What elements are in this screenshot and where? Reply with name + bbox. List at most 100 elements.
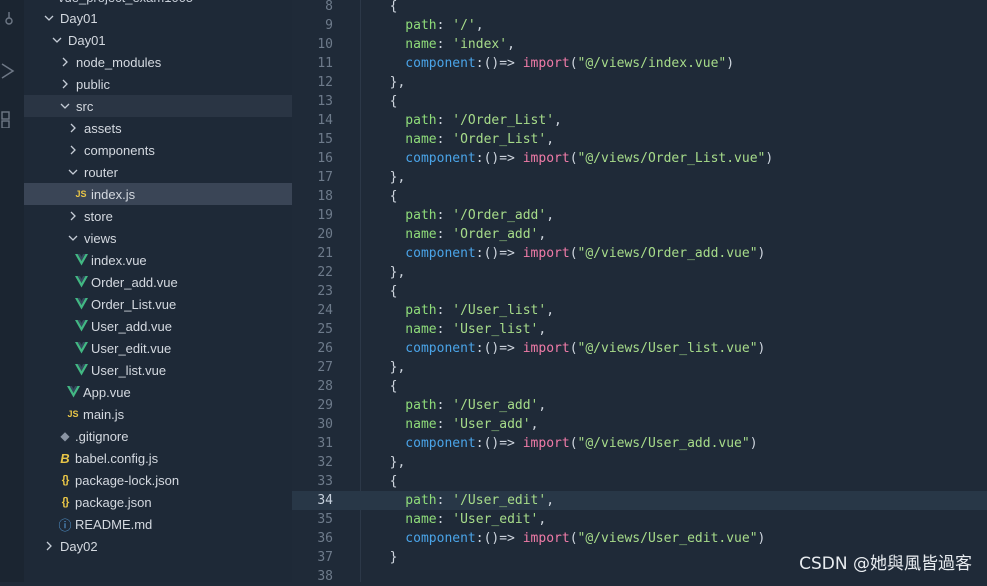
explorer-root-label[interactable]: vue_project_exam1005 bbox=[58, 0, 193, 7]
extensions-icon[interactable] bbox=[0, 110, 18, 128]
code-line[interactable]: 24 path: '/User_list', bbox=[292, 301, 987, 320]
tree-file-item[interactable]: Order_List.vue bbox=[24, 293, 292, 315]
line-number: 8 bbox=[325, 0, 333, 14]
code-line[interactable]: 33 { bbox=[292, 472, 987, 491]
tree-folder-item[interactable]: store bbox=[24, 205, 292, 227]
code-punctuation: : bbox=[475, 531, 484, 546]
tree-folder-item[interactable]: node_modules bbox=[24, 51, 292, 73]
tree-file-item[interactable]: JS main.js bbox=[24, 403, 292, 425]
code-line[interactable]: 32 }, bbox=[292, 453, 987, 472]
chevron-right-icon[interactable] bbox=[58, 77, 72, 91]
code-line[interactable]: 16 component:()=> import("@/views/Order_… bbox=[292, 149, 987, 168]
tree-folder-item[interactable]: public bbox=[24, 73, 292, 95]
tree-item-label: User_list.vue bbox=[91, 362, 167, 378]
tree-file-item[interactable]: index.vue bbox=[24, 249, 292, 271]
chevron-right-icon[interactable] bbox=[66, 121, 80, 135]
tree-file-item[interactable]: Order_add.vue bbox=[24, 271, 292, 293]
code-line[interactable]: 29 path: '/User_add', bbox=[292, 396, 987, 415]
tree-file-item[interactable]: Bbabel.config.js bbox=[24, 447, 292, 469]
code-keyword: component bbox=[374, 151, 476, 166]
code-line[interactable]: 11 component:()=> import("@/views/index.… bbox=[292, 54, 987, 73]
line-number: 23 bbox=[317, 284, 333, 299]
code-line[interactable]: 18 { bbox=[292, 187, 987, 206]
code-line[interactable]: 8 { bbox=[292, 0, 987, 16]
code-property: path bbox=[374, 113, 437, 128]
tree-file-item[interactable]: {} package-lock.json bbox=[24, 469, 292, 491]
tree-folder-item[interactable]: src bbox=[24, 95, 292, 117]
code-line[interactable]: 30 name: 'User_add', bbox=[292, 415, 987, 434]
tree-folder-item[interactable]: Day01 bbox=[24, 29, 292, 51]
tree-file-item[interactable]: {} package.json bbox=[24, 491, 292, 513]
code-line[interactable]: 28 { bbox=[292, 377, 987, 396]
tree-folder-item[interactable]: assets bbox=[24, 117, 292, 139]
chevron-down-icon[interactable] bbox=[50, 33, 64, 47]
code-string: 'User_add' bbox=[452, 417, 531, 432]
code-import-keyword: import bbox=[522, 436, 570, 451]
line-number: 27 bbox=[317, 360, 333, 375]
code-text: path: '/', bbox=[374, 16, 483, 35]
tree-file-item[interactable]: User_edit.vue bbox=[24, 337, 292, 359]
code-line[interactable]: 26 component:()=> import("@/views/User_l… bbox=[292, 339, 987, 358]
chevron-right-icon[interactable] bbox=[66, 143, 80, 157]
line-number: 14 bbox=[317, 113, 333, 128]
tree-folder-item[interactable]: components bbox=[24, 139, 292, 161]
tree-file-item[interactable]: App.vue bbox=[24, 381, 292, 403]
tree-file-item[interactable]: User_list.vue bbox=[24, 359, 292, 381]
chevron-down-icon[interactable] bbox=[66, 231, 80, 245]
tree-folder-item[interactable]: views bbox=[24, 227, 292, 249]
tree-file-item[interactable]: User_add.vue bbox=[24, 315, 292, 337]
watermark: CSDN @她與風皆過客 bbox=[799, 554, 972, 574]
code-keyword: component bbox=[374, 341, 476, 356]
code-line[interactable]: 10 name: 'index', bbox=[292, 35, 987, 54]
code-text: }, bbox=[374, 358, 406, 377]
code-line[interactable]: 19 path: '/Order_add', bbox=[292, 206, 987, 225]
tree-item-label: package-lock.json bbox=[75, 472, 180, 488]
code-string: "@/views/User_add.vue" bbox=[577, 436, 750, 451]
code-text: name: 'index', bbox=[374, 35, 515, 54]
code-line[interactable]: 13 { bbox=[292, 92, 987, 111]
tree-file-item[interactable]: JS index.js bbox=[24, 183, 292, 205]
code-line[interactable]: 20 name: 'Order_add', bbox=[292, 225, 987, 244]
tree-item-label: views bbox=[84, 230, 117, 246]
code-line[interactable]: 23 { bbox=[292, 282, 987, 301]
code-line[interactable]: 34 path: '/User_edit', bbox=[292, 491, 987, 510]
line-number: 18 bbox=[317, 189, 333, 204]
tree-file-item[interactable]: ◆ .gitignore bbox=[24, 425, 292, 447]
code-line[interactable]: 15 name: 'Order_List', bbox=[292, 130, 987, 149]
source-control-icon[interactable] bbox=[0, 12, 18, 30]
code-editor[interactable]: 8 {9 path: '/', 10 name: 'index', 11 compo… bbox=[292, 0, 987, 584]
code-line[interactable]: 25 name: 'User_list', bbox=[292, 320, 987, 339]
code-line[interactable]: 22 }, bbox=[292, 263, 987, 282]
code-line[interactable]: 35 name: 'User_edit', bbox=[292, 510, 987, 529]
tree-folder-item[interactable]: router bbox=[24, 161, 292, 183]
chevron-down-icon[interactable] bbox=[58, 99, 72, 113]
code-punctuation: , bbox=[546, 132, 555, 147]
code-punctuation: }, bbox=[374, 75, 406, 90]
json-file-icon: {} bbox=[61, 496, 70, 508]
chevron-down-icon[interactable] bbox=[42, 11, 56, 25]
code-line[interactable]: 12 }, bbox=[292, 73, 987, 92]
chevron-right-icon[interactable] bbox=[58, 55, 72, 69]
code-line[interactable]: 14 path: '/Order_List', bbox=[292, 111, 987, 130]
tree-file-item[interactable]: ⓘ README.md bbox=[24, 513, 292, 535]
code-punctuation: : bbox=[475, 56, 484, 71]
line-number: 30 bbox=[317, 417, 333, 432]
code-punctuation: ( bbox=[569, 341, 578, 356]
code-punctuation: , bbox=[546, 493, 555, 508]
code-line[interactable]: 21 component:()=> import("@/views/Order_… bbox=[292, 244, 987, 263]
code-line[interactable]: 36 component:()=> import("@/views/User_e… bbox=[292, 529, 987, 548]
chevron-down-icon[interactable] bbox=[66, 165, 80, 179]
chevron-right-icon[interactable] bbox=[42, 539, 56, 553]
tree-folder-item[interactable]: Day02 bbox=[24, 535, 292, 557]
code-line[interactable]: 17 }, bbox=[292, 168, 987, 187]
tree-folder-item[interactable]: Day01 bbox=[24, 7, 292, 29]
code-line[interactable]: 27 }, bbox=[292, 358, 987, 377]
babel-file-icon: B bbox=[60, 450, 70, 466]
run-debug-icon[interactable] bbox=[0, 62, 18, 80]
code-string: "@/views/User_list.vue" bbox=[577, 341, 758, 356]
code-text: path: '/User_list', bbox=[374, 301, 554, 320]
code-import-keyword: import bbox=[522, 151, 570, 166]
code-line[interactable]: 31 component:()=> import("@/views/User_a… bbox=[292, 434, 987, 453]
chevron-right-icon[interactable] bbox=[66, 209, 80, 223]
code-line[interactable]: 9 path: '/', bbox=[292, 16, 987, 35]
